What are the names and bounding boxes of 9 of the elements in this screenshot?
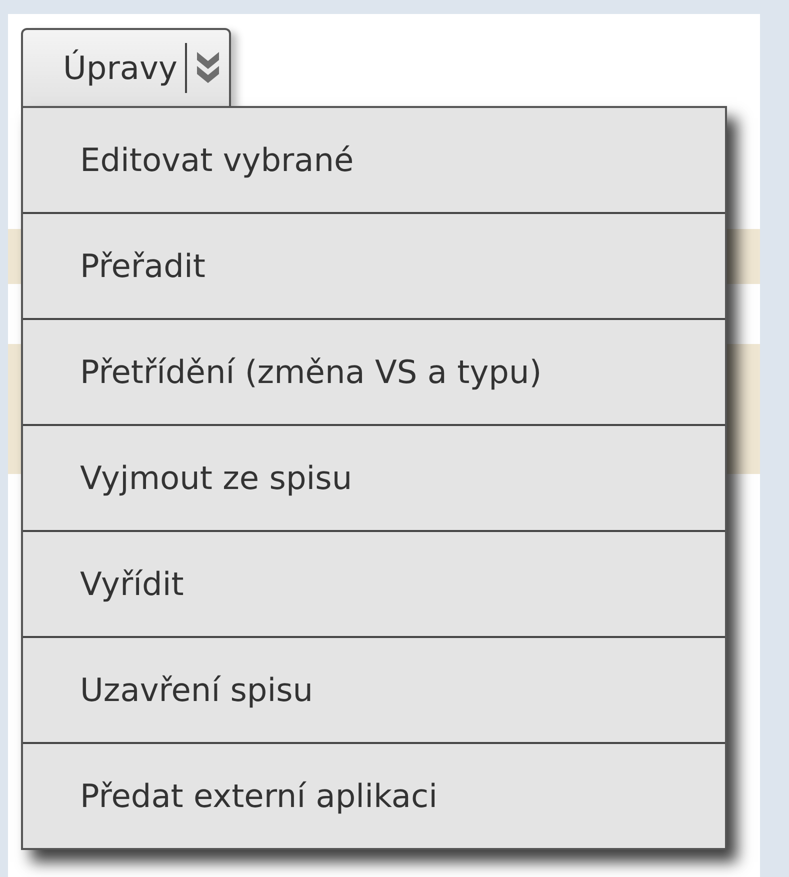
edits-menu-button[interactable]: Úpravy [21, 28, 232, 106]
chevron-down-icon [195, 50, 222, 86]
menu-item[interactable]: Přetřídění (změna VS a typu) [23, 318, 725, 424]
menu-item[interactable]: Uzavření spisu [23, 636, 725, 742]
menu-item[interactable]: Editovat vybrané [23, 108, 725, 212]
menu-item[interactable]: Přeřadit [23, 212, 725, 318]
menu-item[interactable]: Vyjmout ze spisu [23, 424, 725, 530]
menu-item[interactable]: Vyřídit [23, 530, 725, 636]
menu-item[interactable]: Předat externí aplikaci [23, 742, 725, 848]
